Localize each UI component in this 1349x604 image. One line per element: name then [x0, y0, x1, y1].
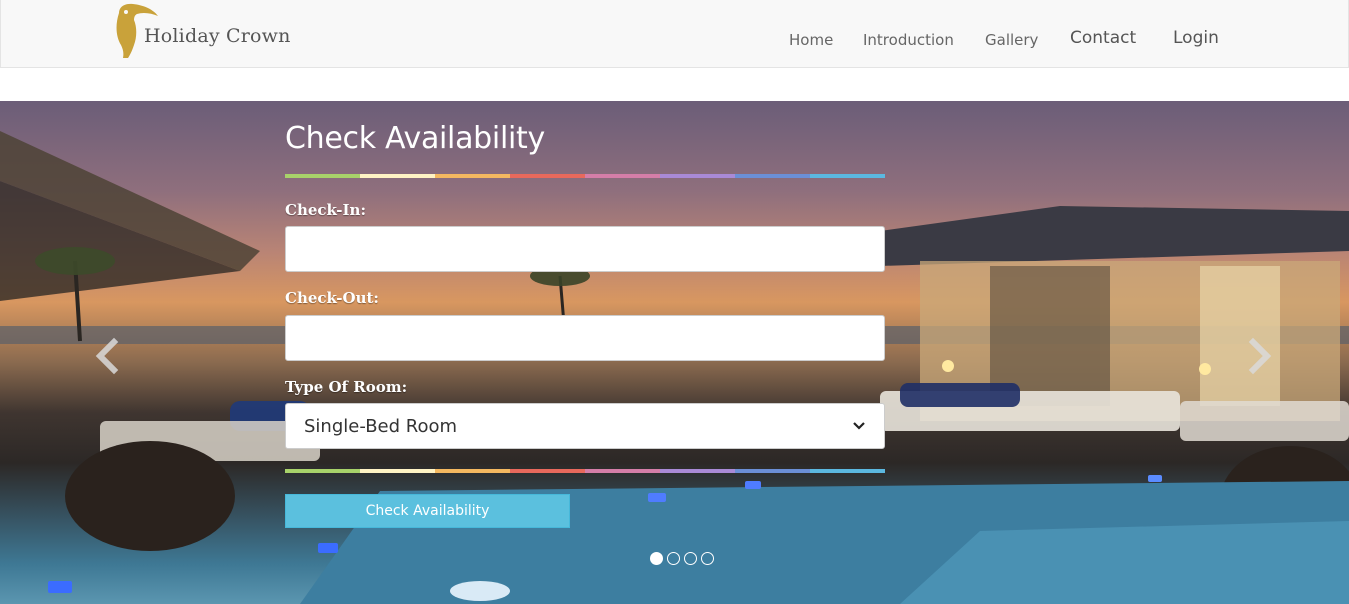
rainbow-segment: [660, 469, 735, 473]
rainbow-segment: [735, 469, 810, 473]
rainbow-segment: [285, 174, 360, 178]
rainbow-segment: [510, 469, 585, 473]
rainbow-segment: [435, 174, 510, 178]
hero-carousel: Check Availability Check-In: Check-Out: …: [0, 101, 1349, 604]
brand-logo[interactable]: Holiday Crown: [113, 3, 290, 59]
rainbow-segment: [360, 469, 435, 473]
chevron-down-icon: [853, 422, 865, 430]
rainbow-segment: [585, 469, 660, 473]
nav-contact[interactable]: Contact: [1070, 28, 1136, 48]
carousel-indicators: [650, 552, 714, 566]
rainbow-segment: [510, 174, 585, 178]
rainbow-segment: [810, 469, 885, 473]
checkin-label: Check-In:: [285, 201, 366, 219]
room-type-select[interactable]: Single-Bed Room: [285, 403, 885, 449]
carousel-indicator-4[interactable]: [701, 552, 714, 565]
rainbow-segment: [810, 174, 885, 178]
carousel-next-icon[interactable]: [1245, 336, 1275, 376]
nav-login[interactable]: Login: [1173, 28, 1219, 48]
check-availability-button[interactable]: Check Availability: [285, 494, 570, 528]
form-title: Check Availability: [285, 121, 545, 156]
rainbow-divider-top: [285, 174, 885, 178]
rainbow-segment: [435, 469, 510, 473]
carousel-indicator-1[interactable]: [650, 552, 663, 565]
brand-name: Holiday Crown: [144, 25, 291, 47]
carousel-indicator-3[interactable]: [684, 552, 697, 565]
rainbow-segment: [585, 174, 660, 178]
room-type-label: Type Of Room:: [285, 378, 408, 396]
carousel-indicator-2[interactable]: [667, 552, 680, 565]
checkin-input[interactable]: [285, 226, 885, 272]
nav-introduction[interactable]: Introduction: [863, 31, 954, 49]
navbar: Holiday Crown Home Introduction Gallery …: [0, 0, 1349, 68]
rainbow-segment: [285, 469, 360, 473]
rainbow-segment: [360, 174, 435, 178]
checkout-input[interactable]: [285, 315, 885, 361]
nav-gallery[interactable]: Gallery: [985, 31, 1038, 49]
nav-home[interactable]: Home: [789, 31, 833, 49]
rainbow-segment: [735, 174, 810, 178]
rainbow-segment: [660, 174, 735, 178]
carousel-prev-icon[interactable]: [92, 336, 122, 376]
checkout-label: Check-Out:: [285, 289, 379, 307]
rainbow-divider-bottom: [285, 469, 885, 473]
room-type-selected: Single-Bed Room: [304, 416, 458, 437]
